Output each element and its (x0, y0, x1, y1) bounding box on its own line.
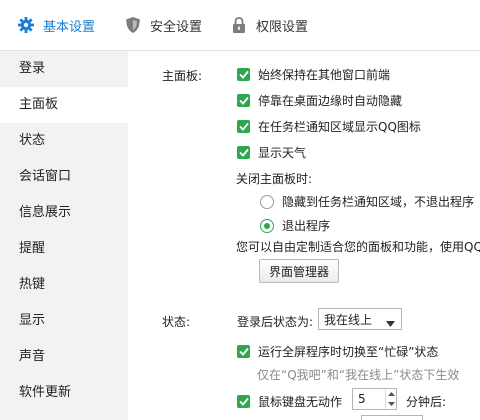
idle-option[interactable]: 鼠标键盘无动作 (237, 393, 342, 410)
settings-content: 主面板: 始终保持在其他窗口前端 停靠在桌面边缘时自动隐藏 在任务栏通知区域显示… (128, 51, 480, 420)
login-status-label: 登录后状态为: (237, 315, 314, 329)
interface-manager-button[interactable]: 界面管理器 (259, 259, 340, 283)
shield-icon (124, 16, 142, 34)
radio-selected-icon[interactable] (260, 218, 274, 233)
auto-hide-option[interactable]: 停靠在桌面边缘时自动隐藏 (237, 92, 402, 109)
sidebar-item-software-update[interactable]: 软件更新 (0, 375, 128, 411)
close-panel-label: 关闭主面板时: (236, 172, 313, 186)
show-weather-option[interactable]: 显示天气 (237, 144, 306, 161)
dropdown-arrow-icon (386, 316, 395, 330)
sidebar-item-status[interactable]: 状态 (0, 123, 128, 159)
tab-security-settings-label: 安全设置 (150, 19, 203, 35)
hide-to-tray-option[interactable]: 隐藏到任务栏通知区域，不退出程序 (260, 193, 474, 210)
tab-security-settings[interactable]: 安全设置 (124, 0, 202, 50)
tab-basic-settings-label: 基本设置 (43, 19, 96, 35)
idle-minutes-value: 5 (358, 392, 366, 406)
customize-description: 您可以自由定制适合您的面板和功能，使用QQ (236, 240, 480, 254)
status-section-label: 状态: (162, 315, 191, 329)
always-on-top-label: 始终保持在其他窗口前端 (258, 68, 391, 82)
tab-basic-settings[interactable]: 基本设置 (17, 0, 95, 50)
main-panel-section-label: 主面板: (162, 69, 203, 83)
checkbox-checked-icon[interactable] (237, 94, 250, 107)
checkbox-checked-icon[interactable] (237, 68, 250, 81)
sidebar-item-main-panel[interactable]: 主面板 (0, 87, 128, 123)
hide-to-tray-label: 隐藏到任务栏通知区域，不退出程序 (282, 195, 475, 209)
gear-icon (17, 16, 35, 34)
sidebar-item-sound[interactable]: 声音 (0, 339, 128, 375)
sidebar-item-login[interactable]: 登录 (0, 51, 128, 87)
sidebar-item-display[interactable]: 显示 (0, 303, 128, 339)
checkbox-checked-icon[interactable] (237, 345, 250, 358)
checkbox-checked-icon[interactable] (237, 146, 250, 159)
exit-program-option[interactable]: 退出程序 (260, 217, 330, 234)
tray-icon-label: 在任务栏通知区域显示QQ图标 (258, 120, 421, 134)
auto-hide-label: 停靠在桌面边缘时自动隐藏 (258, 94, 403, 108)
fullscreen-busy-label: 运行全屏程序时切换至“忙碌”状态 (258, 345, 439, 359)
sidebar-item-info-display[interactable]: 信息展示 (0, 195, 128, 231)
tray-icon-option[interactable]: 在任务栏通知区域显示QQ图标 (237, 118, 421, 135)
lock-icon (230, 16, 248, 34)
radio-unselected-icon[interactable] (260, 194, 274, 209)
stepper-arrows-icon[interactable] (385, 389, 396, 409)
always-on-top-option[interactable]: 始终保持在其他窗口前端 (237, 66, 390, 83)
fullscreen-busy-option[interactable]: 运行全屏程序时切换至“忙碌”状态 (237, 343, 438, 360)
idle-suffix-label: 分钟后: (406, 395, 447, 409)
idle-minutes-stepper[interactable]: 5 (352, 388, 397, 410)
checkbox-checked-icon[interactable] (237, 395, 250, 408)
fullscreen-busy-hint: 仅在“Q我吧”和“我在线上”状态下生效 (257, 368, 460, 382)
idle-status-select[interactable] (361, 415, 423, 420)
settings-tab-bar: 基本设置 安全设置 权限设置 (0, 0, 480, 51)
login-status-value: 我在线上 (324, 312, 373, 327)
login-status-select[interactable]: 我在线上 (318, 308, 402, 330)
sidebar-item-hotkeys[interactable]: 热键 (0, 267, 128, 303)
show-weather-label: 显示天气 (258, 146, 307, 160)
tab-permission-settings[interactable]: 权限设置 (230, 0, 308, 50)
settings-sidebar: 登录 主面板 状态 会话窗口 信息展示 提醒 热键 显示 声音 软件更新 (0, 51, 128, 420)
idle-label: 鼠标键盘无动作 (258, 395, 343, 409)
exit-program-label: 退出程序 (282, 219, 331, 233)
sidebar-item-chat-window[interactable]: 会话窗口 (0, 159, 128, 195)
sidebar-item-reminders[interactable]: 提醒 (0, 231, 128, 267)
checkbox-checked-icon[interactable] (237, 120, 250, 133)
tab-permission-settings-label: 权限设置 (256, 19, 309, 35)
